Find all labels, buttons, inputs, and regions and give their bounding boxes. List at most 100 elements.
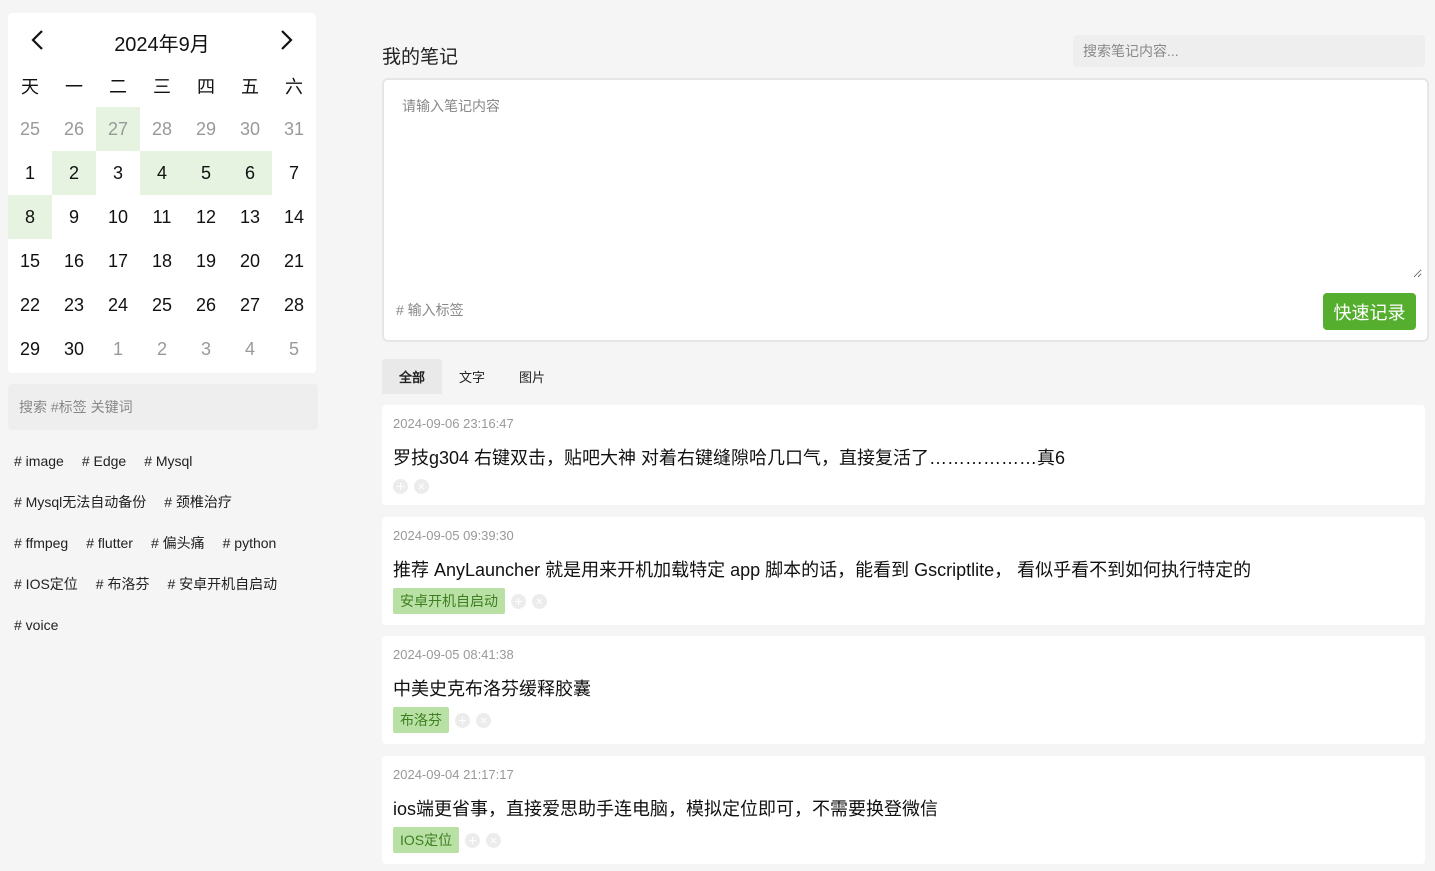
sidebar-tag[interactable]: # Mysql无法自动备份 <box>14 492 146 512</box>
calendar-day[interactable]: 1 <box>96 327 140 371</box>
note-tag-badge[interactable]: 布洛芬 <box>393 707 449 733</box>
calendar-day[interactable]: 26 <box>184 283 228 327</box>
weekday-label: 三 <box>153 77 171 97</box>
calendar-day[interactable]: 27 <box>228 283 272 327</box>
sidebar-tag[interactable]: # image <box>14 453 64 469</box>
note-editor: 快速记录 <box>382 78 1429 342</box>
note-tag-input[interactable] <box>396 296 796 324</box>
calendar-day[interactable]: 18 <box>140 239 184 283</box>
calendar-day[interactable]: 6 <box>228 151 272 195</box>
calendar-day[interactable]: 13 <box>228 195 272 239</box>
calendar-day[interactable]: 30 <box>228 107 272 151</box>
calendar-day[interactable]: 31 <box>272 107 316 151</box>
calendar-day[interactable]: 28 <box>140 107 184 151</box>
calendar-day[interactable]: 3 <box>96 151 140 195</box>
note-timestamp: 2024-09-04 21:17:17 <box>393 767 514 782</box>
sidebar-tag[interactable]: # ffmpeg <box>14 535 68 551</box>
tag-row: # ffmpeg # flutter # 偏头痛 # python <box>14 522 314 563</box>
tab-image[interactable]: 图片 <box>502 359 562 394</box>
calendar-day[interactable]: 19 <box>184 239 228 283</box>
calendar-day[interactable]: 12 <box>184 195 228 239</box>
plus-icon[interactable] <box>455 712 470 728</box>
plus-icon[interactable] <box>465 832 481 848</box>
calendar-day[interactable]: 28 <box>272 283 316 327</box>
note-card[interactable]: 2024-09-05 08:41:38 中美史克布洛芬缓释胶囊 布洛芬 <box>382 636 1425 744</box>
calendar-day[interactable]: 27 <box>96 107 140 151</box>
calendar-day[interactable]: 8 <box>8 195 52 239</box>
calendar-day[interactable]: 14 <box>272 195 316 239</box>
calendar-day[interactable]: 24 <box>96 283 140 327</box>
note-search-input[interactable] <box>1073 35 1425 67</box>
calendar-day[interactable]: 15 <box>8 239 52 283</box>
note-tag-badge[interactable]: IOS定位 <box>393 827 460 853</box>
close-icon[interactable] <box>532 593 547 609</box>
note-timestamp: 2024-09-05 08:41:38 <box>393 647 514 662</box>
quick-record-button[interactable]: 快速记录 <box>1323 293 1416 330</box>
calendar-day[interactable]: 30 <box>52 327 96 371</box>
calendar-day[interactable]: 25 <box>140 283 184 327</box>
calendar-day[interactable]: 25 <box>8 107 52 151</box>
calendar-day[interactable]: 26 <box>52 107 96 151</box>
close-icon[interactable] <box>476 712 491 728</box>
note-footer: IOS定位 <box>393 827 507 853</box>
calendar-day[interactable]: 21 <box>272 239 316 283</box>
calendar-day[interactable]: 16 <box>52 239 96 283</box>
calendar-day[interactable]: 3 <box>184 327 228 371</box>
sidebar-tag[interactable]: # flutter <box>86 535 133 551</box>
sidebar-tag[interactable]: # IOS定位 <box>14 574 78 594</box>
calendar-day[interactable]: 23 <box>52 283 96 327</box>
calendar-day[interactable]: 17 <box>96 239 140 283</box>
note-text: 罗技g304 右键双击，贴吧大神 对着右键缝隙哈几口气，直接复活了………………真… <box>393 448 1066 468</box>
calendar: 2024年9月 天一二三四五六 25 26 27 28 29 30 31 1 2 3 4 5 6 7 8 9 10… <box>8 13 316 373</box>
plus-icon[interactable] <box>393 479 408 494</box>
note-card[interactable]: 2024-09-05 09:39:30 推荐 AnyLauncher 就是用来开机… <box>382 517 1425 625</box>
calendar-day[interactable]: 1 <box>8 151 52 195</box>
note-text: 推荐 AnyLauncher 就是用来开机加载特定 app 脚本的话，能看到 G… <box>393 560 1252 580</box>
sidebar-tag[interactable]: # voice <box>14 617 58 633</box>
calendar-day[interactable]: 7 <box>272 151 316 195</box>
calendar-day[interactable]: 11 <box>140 195 184 239</box>
sidebar-tag[interactable]: # 颈椎治疗 <box>164 492 232 512</box>
calendar-day[interactable]: 5 <box>184 151 228 195</box>
tag-row: # voice <box>14 604 314 645</box>
note-content-input[interactable] <box>392 88 1422 278</box>
calendar-day[interactable]: 22 <box>8 283 52 327</box>
sidebar-tag[interactable]: # Edge <box>82 453 126 469</box>
calendar-day[interactable]: 10 <box>96 195 140 239</box>
calendar-week-row: 25 26 27 28 29 30 31 <box>8 107 316 151</box>
note-card[interactable]: 2024-09-06 23:16:47 罗技g304 右键双击，贴吧大神 对着右键… <box>382 405 1425 505</box>
calendar-day[interactable]: 20 <box>228 239 272 283</box>
calendar-header: 2024年9月 <box>8 13 316 65</box>
sidebar-tag[interactable]: # 布洛芬 <box>96 574 150 594</box>
next-month-button[interactable] <box>271 25 301 55</box>
calendar-day[interactable]: 4 <box>140 151 184 195</box>
calendar-day[interactable]: 29 <box>8 327 52 371</box>
calendar-week-row: 8 9 10 11 12 13 14 <box>8 195 316 239</box>
sidebar-tag[interactable]: # python <box>223 535 277 551</box>
note-footer: 布洛芬 <box>393 707 497 733</box>
close-icon[interactable] <box>486 832 502 848</box>
tab-all[interactable]: 全部 <box>382 359 443 394</box>
calendar-day[interactable]: 2 <box>52 151 96 195</box>
close-icon[interactable] <box>414 479 429 494</box>
weekday-label: 五 <box>241 77 259 97</box>
note-card[interactable]: 2024-09-04 21:17:17 ios端更省事，直接爱思助手连电脑，模拟定… <box>382 756 1425 864</box>
sidebar-tag[interactable]: # 安卓开机自启动 <box>167 574 277 594</box>
calendar-day[interactable]: 2 <box>140 327 184 371</box>
calendar-day[interactable]: 4 <box>228 327 272 371</box>
tag-row: # IOS定位 # 布洛芬 # 安卓开机自启动 <box>14 563 314 604</box>
sidebar-tag[interactable]: # Mysql <box>144 453 192 469</box>
calendar-week-row: 29 30 1 2 3 4 5 <box>8 327 316 371</box>
calendar-day[interactable]: 29 <box>184 107 228 151</box>
tag-search-input[interactable] <box>8 384 318 430</box>
sidebar-tag[interactable]: # 偏头痛 <box>151 533 205 553</box>
plus-icon[interactable] <box>511 593 526 609</box>
note-tag-badge[interactable]: 安卓开机自启动 <box>393 588 505 614</box>
calendar-day[interactable]: 5 <box>272 327 316 371</box>
note-type-tabs: 全部 文字 图片 <box>382 359 562 394</box>
calendar-week-row: 22 23 24 25 26 27 28 <box>8 283 316 327</box>
calendar-day[interactable]: 9 <box>52 195 96 239</box>
weekday-label: 一 <box>65 77 83 97</box>
chevron-right-icon <box>281 30 293 50</box>
tab-text[interactable]: 文字 <box>442 359 502 394</box>
